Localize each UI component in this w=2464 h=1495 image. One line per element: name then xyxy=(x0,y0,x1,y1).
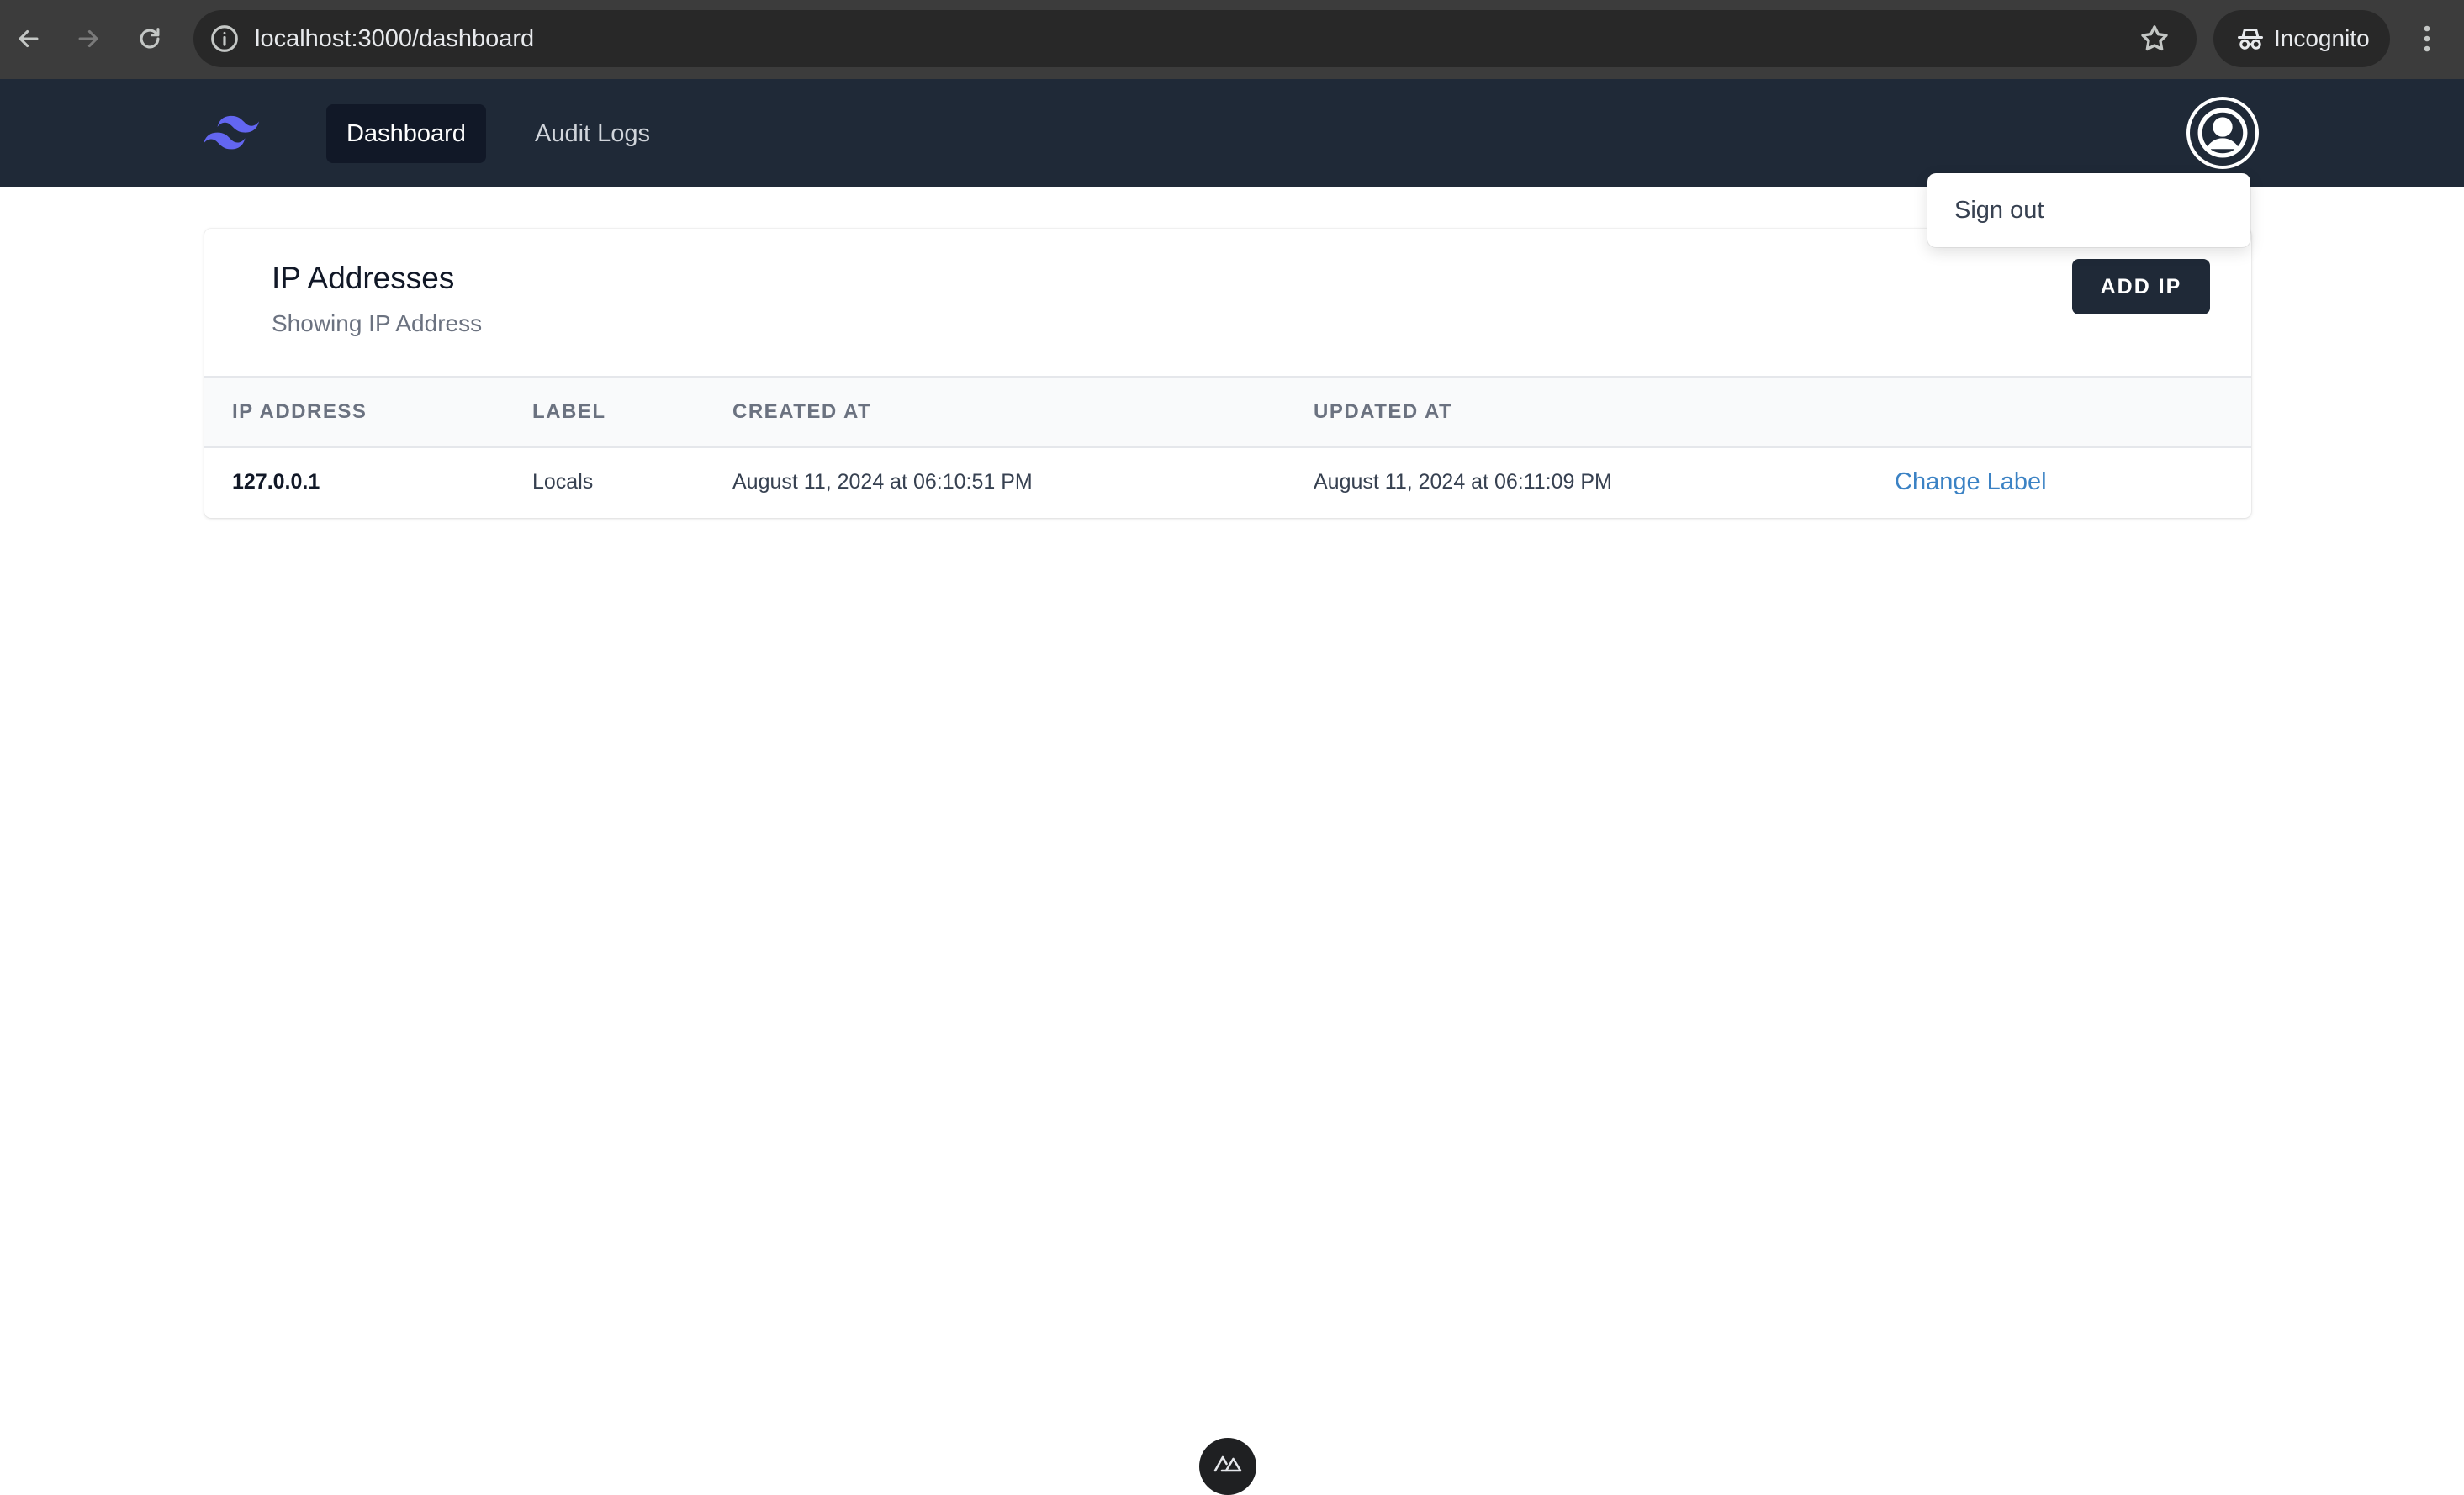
user-menu-button[interactable] xyxy=(2190,100,2255,166)
url-text[interactable]: localhost:3000/dashboard xyxy=(255,10,534,67)
nuxt-devtools-icon xyxy=(1213,1455,1242,1472)
info-icon[interactable] xyxy=(209,23,241,55)
address-bar[interactable]: localhost:3000/dashboard xyxy=(193,10,2197,67)
incognito-indicator[interactable]: Incognito xyxy=(2213,10,2390,67)
browser-toolbar: localhost:3000/dashboard Incognito xyxy=(0,0,2464,79)
column-header-updated-at: UPDATED AT xyxy=(1314,400,1453,423)
column-header-label: LABEL xyxy=(532,400,606,423)
cell-ip-address: 127.0.0.1 xyxy=(232,470,320,494)
card-subtitle: Showing IP Address xyxy=(272,310,483,336)
star-icon[interactable] xyxy=(2138,22,2171,55)
user-dropdown-menu: Sign out xyxy=(1927,173,2250,247)
nav-link-audit-logs[interactable]: Audit Logs xyxy=(515,104,670,163)
column-header-ip-address: IP ADDRESS xyxy=(232,400,367,423)
incognito-label: Incognito xyxy=(2274,25,2370,51)
cell-created-at: August 11, 2024 at 06:10:51 PM xyxy=(732,470,1033,494)
ip-addresses-card: IP Addresses Showing IP Address ADD IP I… xyxy=(204,229,2251,518)
change-label-link[interactable]: Change Label xyxy=(1895,446,2047,518)
arrow-right-icon xyxy=(78,29,98,48)
app-navbar: Dashboard Audit Logs xyxy=(0,79,2464,187)
kebab-menu-icon xyxy=(2424,25,2430,52)
table-row: 127.0.0.1 Locals August 11, 2024 at 06:1… xyxy=(204,446,2251,518)
reload-icon xyxy=(140,28,160,49)
devtools-toggle-button[interactable] xyxy=(1199,1438,1256,1495)
column-header-created-at: CREATED AT xyxy=(732,400,872,423)
arrow-left-icon xyxy=(19,29,39,48)
add-ip-button[interactable]: ADD IP xyxy=(2072,259,2210,314)
tailwind-logo-icon[interactable] xyxy=(204,114,259,151)
cell-label: Locals xyxy=(532,470,594,494)
table-header: IP ADDRESS LABEL CREATED AT UPDATED AT xyxy=(204,376,2251,448)
cell-updated-at: August 11, 2024 at 06:11:09 PM xyxy=(1314,470,1612,494)
nav-link-dashboard[interactable]: Dashboard xyxy=(326,104,486,163)
forward-button[interactable] xyxy=(68,18,108,59)
card-title: IP Addresses xyxy=(272,261,455,295)
browser-menu-button[interactable] xyxy=(2410,18,2444,59)
reload-button[interactable] xyxy=(130,18,170,59)
sign-out-menu-item[interactable]: Sign out xyxy=(1954,173,2044,247)
incognito-icon xyxy=(2238,29,2263,50)
user-circle-icon xyxy=(2197,108,2248,158)
back-button[interactable] xyxy=(8,18,49,59)
